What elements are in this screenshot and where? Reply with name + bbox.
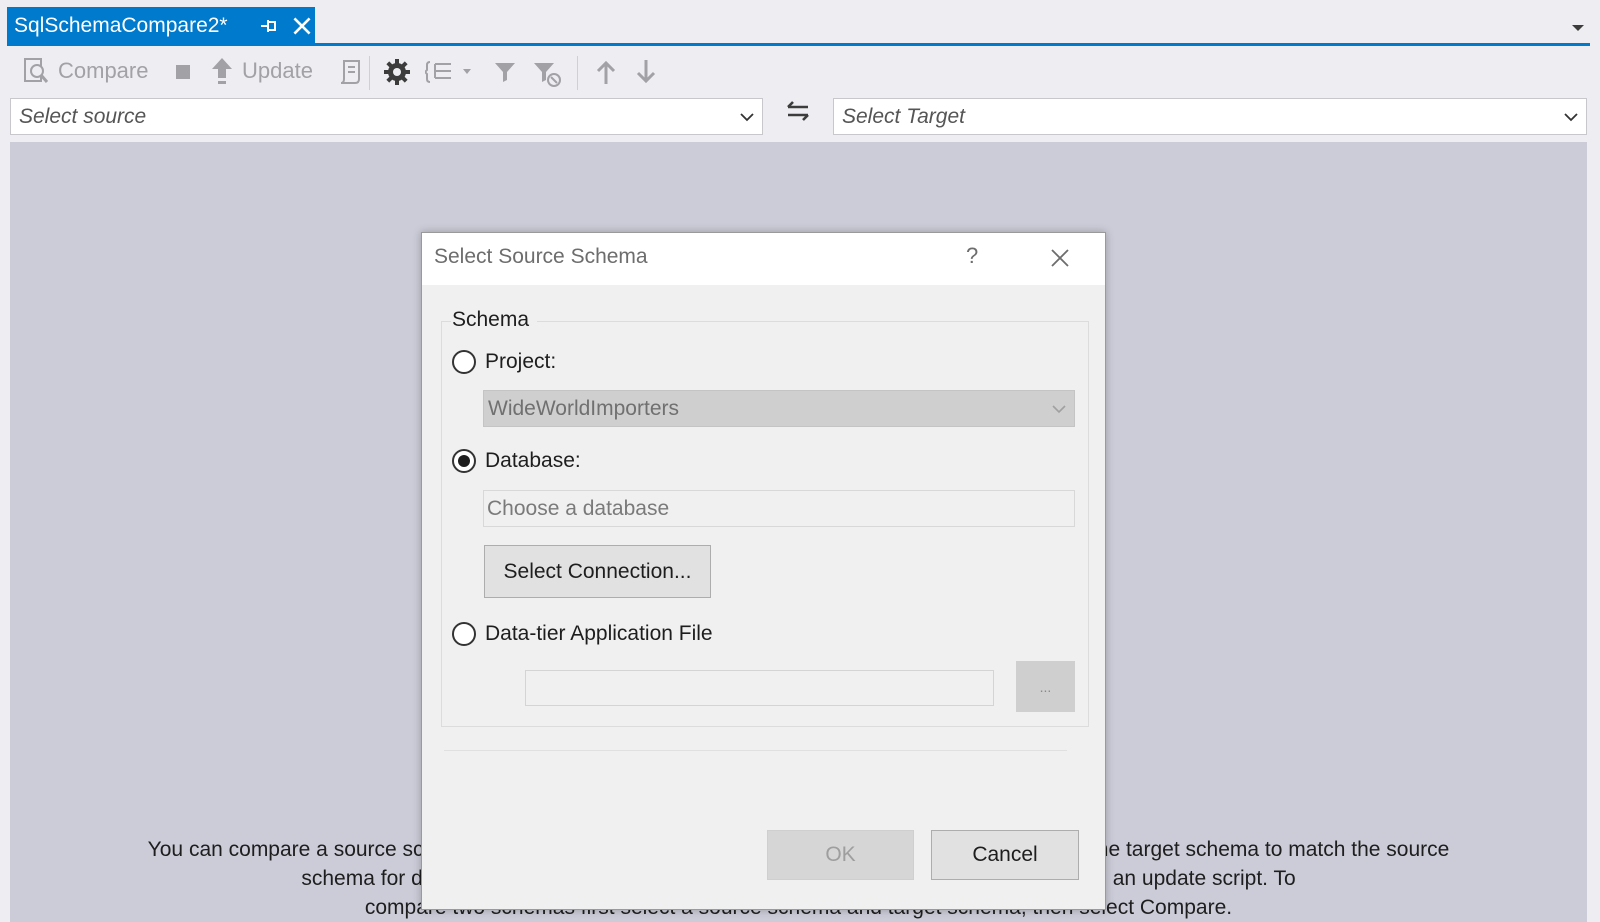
dac-file-path-field[interactable] [525,670,994,706]
filter-button[interactable] [493,60,517,84]
source-selector-value: Select source [19,104,147,128]
chevron-down-icon [740,113,754,122]
select-connection-button[interactable]: Select Connection... [484,545,711,598]
document-tab-strip: SqlSchemaCompare2* [0,0,1600,47]
source-selector[interactable]: Select source [10,98,763,135]
browse-button[interactable]: ... [1016,661,1075,712]
dialog-divider [444,750,1067,751]
dac-file-radio[interactable]: Data-tier Application File [452,622,713,646]
select-source-schema-dialog: Select Source Schema ? Schema Project: W… [421,232,1106,910]
stop-button[interactable] [175,64,191,80]
toolbar-separator [577,56,578,90]
radio-button[interactable] [452,350,476,374]
help-icon[interactable]: ? [966,243,978,269]
close-tab-icon[interactable] [289,13,315,39]
database-radio[interactable]: Database: [452,449,581,473]
radio-button[interactable] [452,622,476,646]
generate-script-button[interactable] [337,58,363,86]
compare-button[interactable]: Compare [22,56,148,86]
project-dropdown-value: WideWorldImporters [488,396,679,420]
previous-change-button[interactable] [595,60,617,86]
tab-accent-line [7,43,1590,46]
dialog-title: Select Source Schema [434,245,648,268]
previous-change-icon [596,60,616,84]
schema-compare-toolbar: Compare Update [7,48,1590,96]
project-radio-label: Project: [485,350,557,373]
schema-group-label: Schema [451,308,538,332]
update-button[interactable]: Update [210,56,313,86]
update-label: Update [242,58,313,83]
database-field-placeholder: Choose a database [487,496,670,520]
ok-button[interactable]: OK [767,830,914,880]
chevron-down-icon [1564,113,1578,122]
group-results-icon [425,61,471,83]
dac-file-radio-label: Data-tier Application File [485,622,713,645]
compare-label: Compare [58,58,149,83]
swap-source-target-icon[interactable] [783,96,813,126]
options-button[interactable] [382,57,412,87]
clear-filter-icon [534,63,561,87]
database-field[interactable]: Choose a database [483,490,1075,527]
update-icon [212,58,232,84]
target-selector[interactable]: Select Target [833,98,1587,135]
generate-script-icon [340,60,360,84]
project-dropdown[interactable]: WideWorldImporters [483,390,1075,427]
pin-icon[interactable] [256,14,280,38]
compare-icon [24,58,49,83]
options-icon [384,59,410,85]
target-selector-value: Select Target [842,104,965,128]
dialog-titlebar: Select Source Schema ? [422,233,1105,285]
filter-icon [495,63,515,82]
project-radio[interactable]: Project: [452,350,556,374]
chevron-down-icon [1052,405,1066,414]
stop-icon [176,65,190,79]
tab-dropdown-icon[interactable] [1568,18,1588,38]
document-tab[interactable]: SqlSchemaCompare2* [7,7,315,45]
clear-filter-button[interactable] [532,60,562,88]
next-change-button[interactable] [635,58,657,84]
document-tab-title: SqlSchemaCompare2* [14,14,228,37]
close-icon[interactable] [1048,246,1072,270]
cancel-button[interactable]: Cancel [931,830,1079,880]
group-results-button[interactable] [425,59,473,85]
toolbar-separator [369,56,370,90]
next-change-icon [636,60,656,84]
radio-button-selected[interactable] [452,449,476,473]
database-radio-label: Database: [485,449,581,472]
